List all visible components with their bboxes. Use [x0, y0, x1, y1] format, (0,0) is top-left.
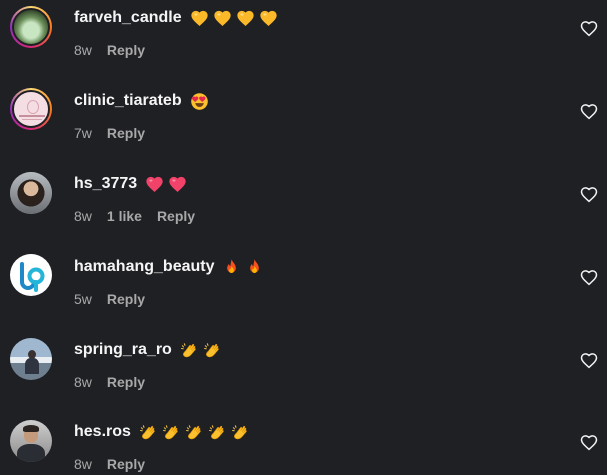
avatar[interactable] [10, 420, 52, 462]
comment-time: 8w [74, 456, 92, 472]
reply-button[interactable]: Reply [107, 42, 145, 58]
comment-item: hs_3773 8w 1 like Reply [0, 172, 607, 242]
heart-outline-icon[interactable] [580, 434, 598, 452]
clapping-hands-emoji [208, 423, 227, 442]
comment-item: clinic_tiarateb 7w Reply [0, 88, 607, 159]
fire-emoji [222, 258, 241, 277]
avatar[interactable] [10, 6, 52, 48]
yellow-heart-emoji [259, 9, 278, 28]
avatar[interactable] [10, 88, 52, 130]
comment-item: farveh_candle 8w Reply [0, 6, 607, 76]
avatar[interactable] [10, 172, 52, 214]
yellow-heart-emoji [236, 9, 255, 28]
heart-outline-icon[interactable] [580, 103, 598, 121]
clapping-hands-emoji [162, 423, 181, 442]
comment-time: 8w [74, 42, 92, 58]
emoji-group [180, 341, 222, 360]
heart-outline-icon[interactable] [580, 20, 598, 38]
reply-button[interactable]: Reply [107, 456, 145, 472]
username[interactable]: hamahang_beauty [74, 258, 214, 276]
comment-item: hes.ros 8w Reply [0, 420, 607, 475]
comment-item: hamahang_beauty 5w Reply [0, 254, 607, 325]
heart-eyes-emoji [190, 92, 209, 111]
clapping-hands-emoji [139, 423, 158, 442]
emoji-group [190, 92, 209, 111]
comment-time: 7w [74, 125, 92, 141]
emoji-group [145, 175, 187, 194]
username[interactable]: hes.ros [74, 423, 131, 441]
comment-time: 5w [74, 291, 92, 307]
reply-button[interactable]: Reply [107, 374, 145, 390]
yellow-heart-emoji [190, 9, 209, 28]
like-count[interactable]: 1 like [107, 208, 142, 224]
comment-time: 8w [74, 208, 92, 224]
yellow-heart-emoji [213, 9, 232, 28]
clapping-hands-emoji [180, 341, 199, 360]
clapping-hands-emoji [185, 423, 204, 442]
reply-button[interactable]: Reply [107, 291, 145, 307]
reply-button[interactable]: Reply [107, 125, 145, 141]
emoji-group [190, 9, 278, 28]
username[interactable]: farveh_candle [74, 9, 182, 27]
fire-emoji [245, 258, 264, 277]
emoji-group [222, 258, 264, 277]
pink-heart-emoji [145, 175, 164, 194]
heart-outline-icon[interactable] [580, 269, 598, 287]
emoji-group [139, 423, 250, 442]
username[interactable]: hs_3773 [74, 175, 137, 193]
reply-button[interactable]: Reply [157, 208, 195, 224]
comment-item: spring_ra_ro 8w Reply [0, 338, 607, 408]
clapping-hands-emoji [203, 341, 222, 360]
pink-heart-emoji [168, 175, 187, 194]
brand-logo-icon [20, 262, 45, 292]
heart-outline-icon[interactable] [580, 352, 598, 370]
avatar[interactable] [10, 254, 52, 296]
avatar[interactable] [10, 338, 52, 380]
username[interactable]: clinic_tiarateb [74, 92, 182, 110]
heart-outline-icon[interactable] [580, 186, 598, 204]
comment-time: 8w [74, 374, 92, 390]
username[interactable]: spring_ra_ro [74, 341, 172, 359]
clapping-hands-emoji [231, 423, 250, 442]
